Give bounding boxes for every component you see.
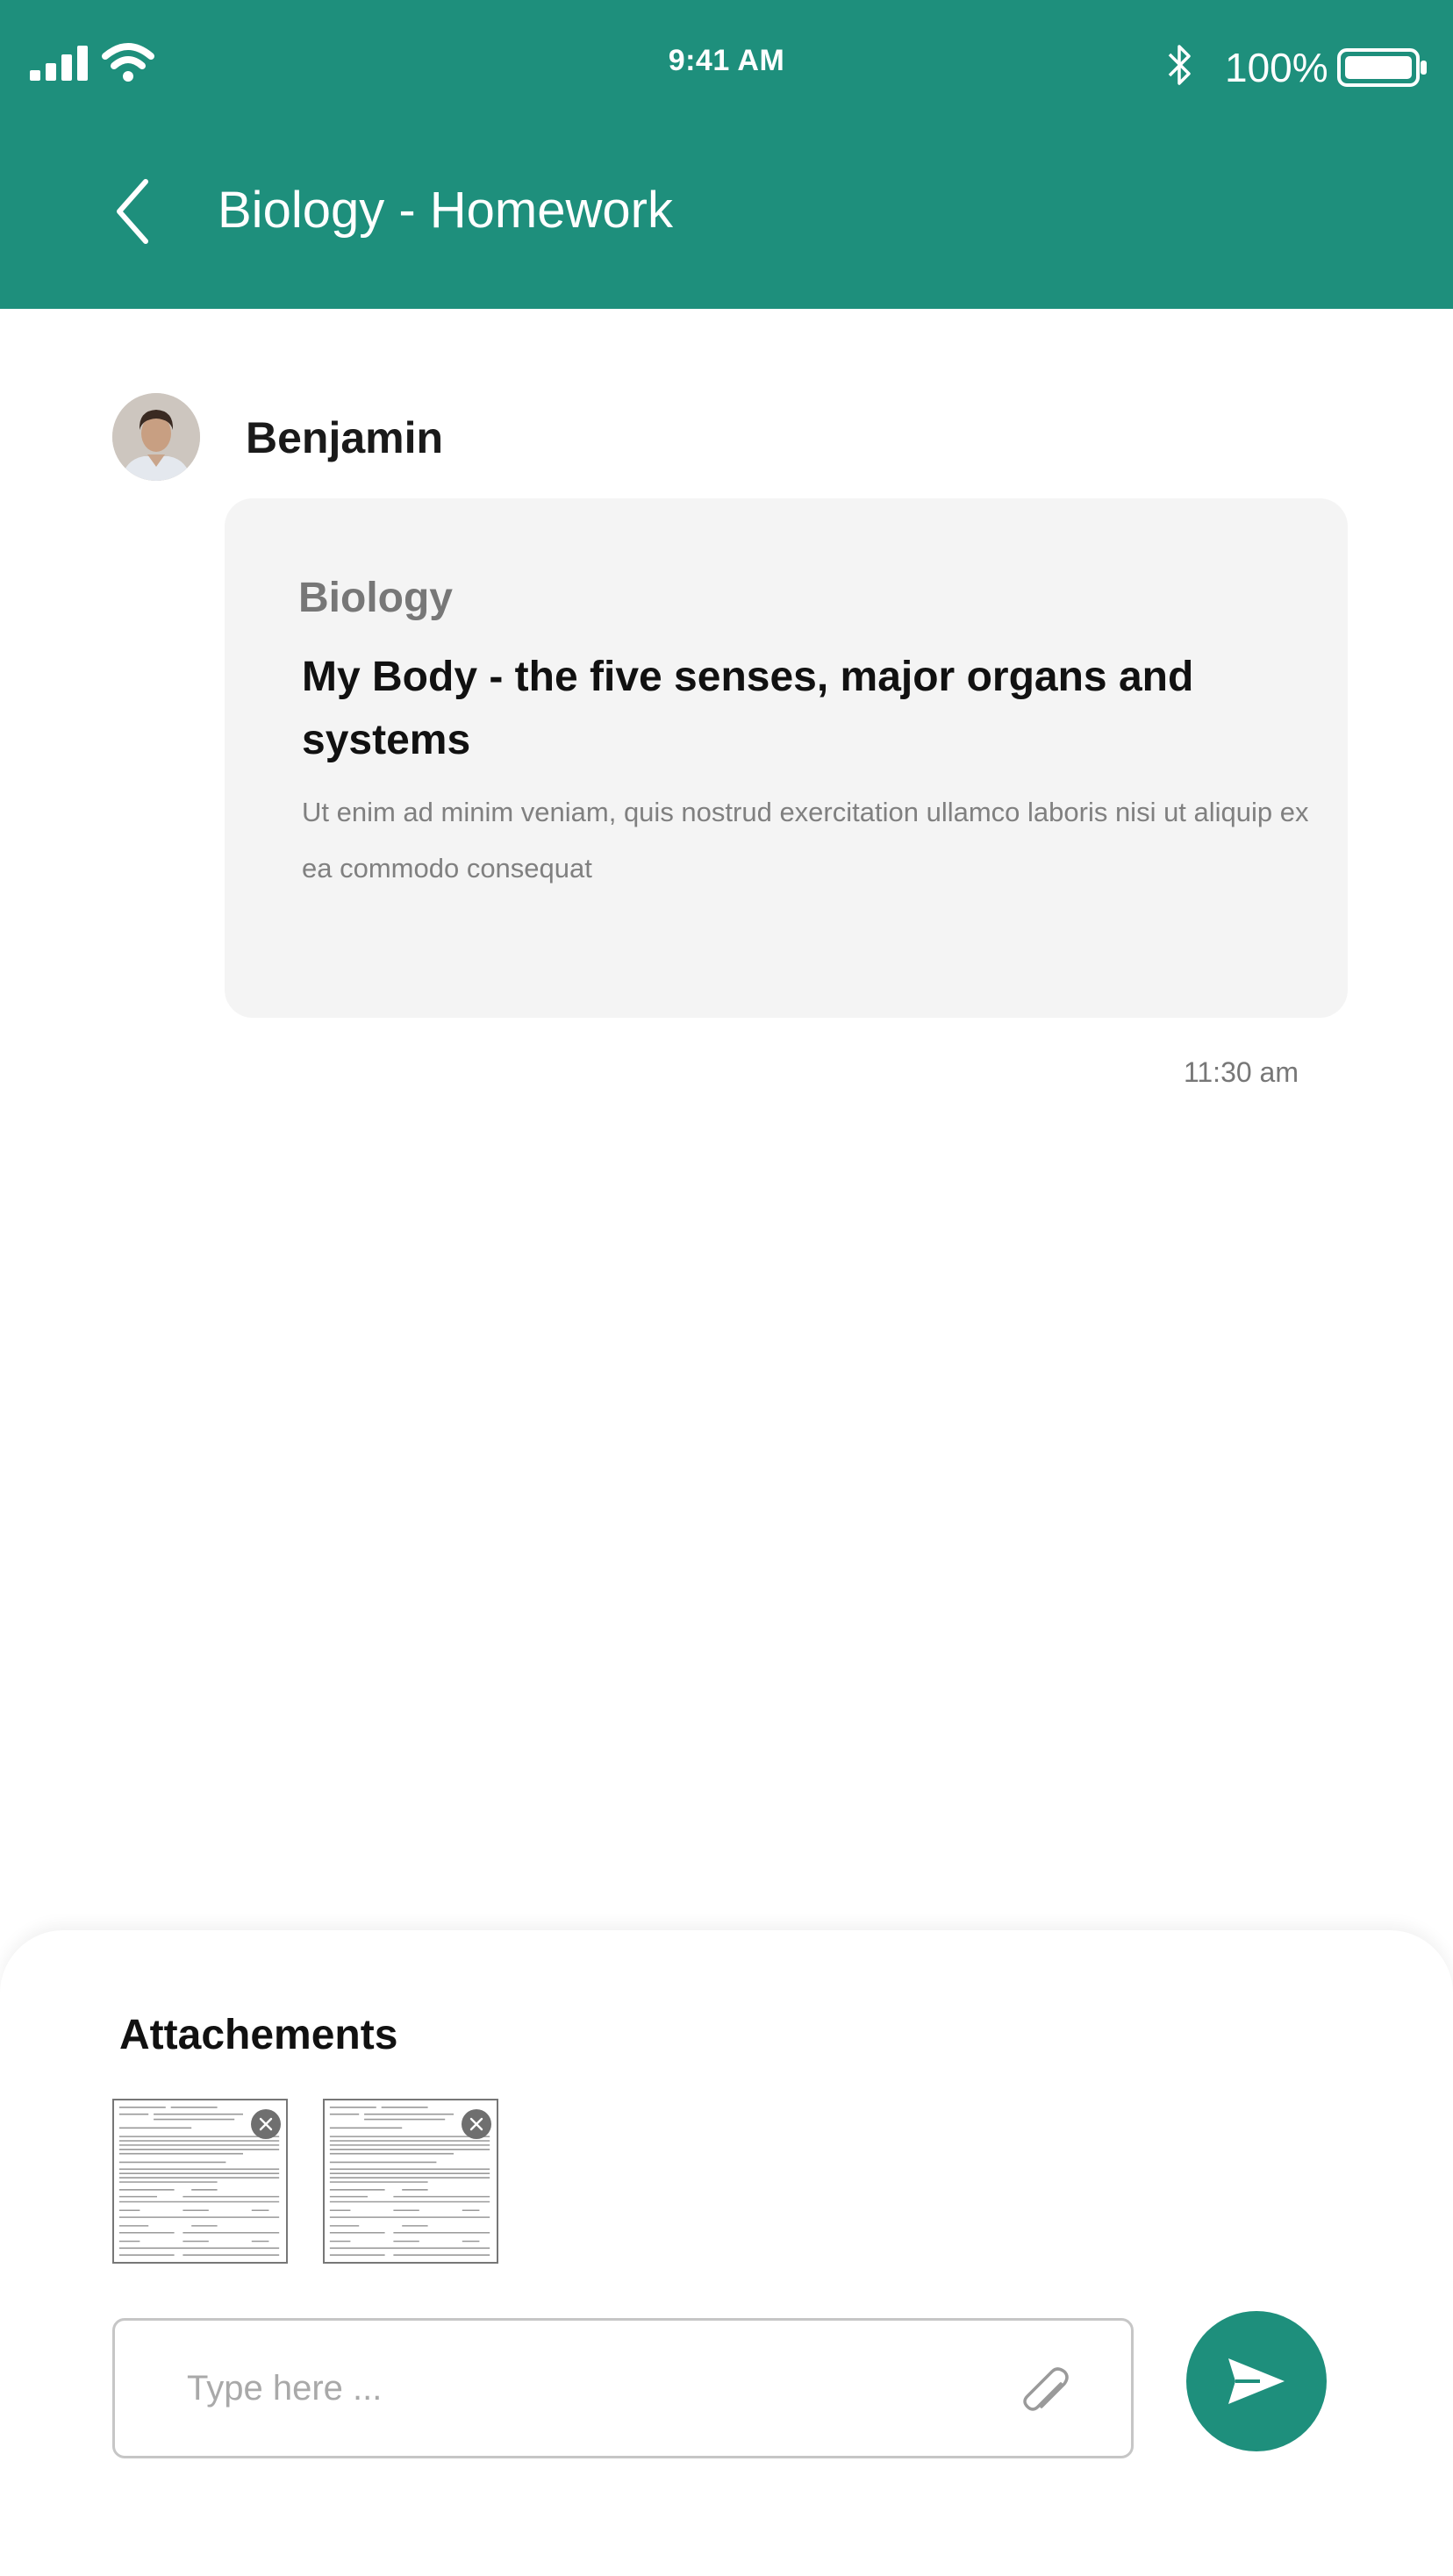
message-body: Ut enim ad minim veniam, quis nostrud ex… [302, 797, 1309, 884]
battery-percent: 100% [1225, 45, 1328, 90]
app-header: 9:41 AM 100% Biology - Homework [0, 0, 1453, 309]
navigation-bar: Biology - Homework [0, 158, 1453, 263]
bluetooth-icon [1168, 45, 1191, 85]
message-subject: Biology [298, 575, 453, 621]
chevron-left-icon [117, 179, 148, 244]
attachments-heading: Attachements [119, 2012, 398, 2058]
composer-panel: Attachements [0, 1930, 1453, 2576]
paperclip-icon[interactable] [1015, 2365, 1078, 2428]
attachment-thumbnail[interactable] [323, 2099, 498, 2264]
message-bubble: Biology My Body - the five senses, major… [225, 498, 1348, 1018]
message-input-container [112, 2318, 1134, 2458]
person-avatar-image [112, 393, 200, 481]
remove-attachment-button[interactable] [462, 2109, 491, 2139]
message-input[interactable] [185, 2321, 1010, 2456]
chat-screen: 9:41 AM 100% Biology - Homework Benjamin… [0, 0, 1453, 2576]
message-title: My Body - the five senses, major organs … [302, 654, 1194, 763]
message-timestamp: 11:30 am [1183, 1056, 1299, 1088]
avatar[interactable] [112, 393, 200, 481]
send-icon [1228, 2358, 1285, 2404]
remove-attachment-button[interactable] [251, 2109, 281, 2139]
close-icon [469, 2117, 483, 2131]
sender-name: Benjamin [246, 413, 444, 462]
close-icon [259, 2117, 273, 2131]
back-button[interactable] [97, 174, 168, 249]
battery-icon [1337, 48, 1427, 87]
send-button[interactable] [1186, 2311, 1327, 2451]
status-bar: 9:41 AM 100% [0, 0, 1453, 132]
page-title: Biology - Homework [218, 182, 673, 239]
attachment-thumbnail[interactable] [112, 2099, 288, 2264]
